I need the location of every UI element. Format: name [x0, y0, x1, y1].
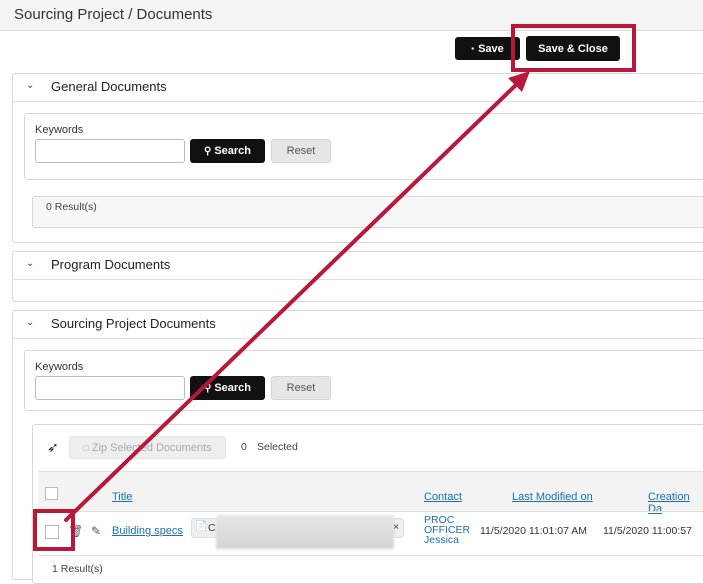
annotation-arrow — [64, 71, 530, 522]
